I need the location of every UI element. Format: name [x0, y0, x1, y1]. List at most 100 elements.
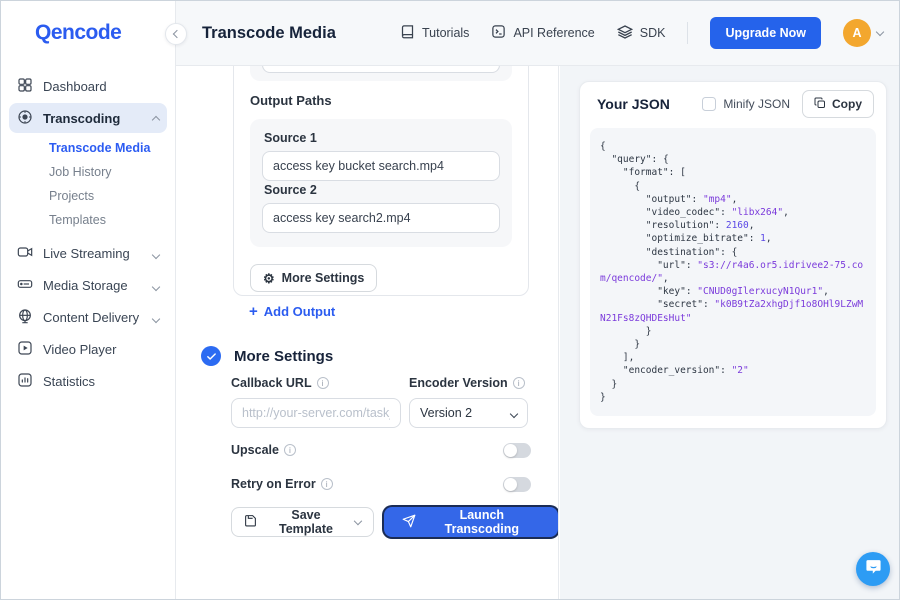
sidebar-item-transcoding[interactable]: Transcoding	[9, 103, 167, 133]
upscale-label: Upscale	[231, 443, 296, 457]
info-icon[interactable]	[513, 377, 525, 389]
minify-json-checkbox[interactable]	[702, 97, 716, 111]
media-storage-icon	[17, 276, 33, 295]
save-template-button[interactable]: Save Template	[231, 507, 374, 537]
upscale-toggle[interactable]	[503, 443, 531, 458]
json-code-line: }	[600, 338, 868, 351]
chevron-down-icon	[511, 406, 517, 420]
launch-transcoding-button[interactable]: Launch Transcoding	[384, 507, 558, 537]
json-code[interactable]: { "query": { "format": [ { "output": "mp…	[590, 128, 876, 416]
sidebar-item-content-delivery[interactable]: Content Delivery	[9, 302, 167, 332]
qencode-logo[interactable]: Qencode	[35, 21, 175, 45]
chevron-down-icon	[354, 516, 362, 524]
add-output-link[interactable]: + Add Output	[249, 303, 335, 320]
encoder-version-select[interactable]: Version 2	[409, 398, 528, 428]
json-code-line: "video_codec": "libx264",	[600, 206, 868, 219]
json-code-line: "resolution": 2160,	[600, 219, 868, 232]
callback-url-label: Callback URL	[231, 376, 329, 390]
source-2-input[interactable]	[262, 203, 500, 233]
clipped-settings-card	[250, 66, 512, 81]
copy-icon	[814, 97, 826, 112]
header-nav: Tutorials API Reference SDK Upgrade Now …	[400, 17, 899, 49]
source-2-label: Source 2	[264, 183, 500, 197]
copy-button[interactable]: Copy	[802, 90, 874, 118]
json-code-line: "url": "s3://r4a6.or5.idrivee2-75.com/qe…	[600, 259, 868, 285]
header: Transcode Media Tutorials API Reference …	[176, 1, 899, 66]
json-code-line: ],	[600, 351, 868, 364]
check-icon[interactable]	[201, 346, 221, 366]
callback-url-input[interactable]	[231, 398, 401, 428]
more-settings-section-header: More Settings	[201, 346, 333, 366]
json-code-line: "format": [	[600, 166, 868, 179]
upgrade-now-button[interactable]: Upgrade Now	[710, 17, 821, 49]
page-title: Transcode Media	[202, 24, 336, 43]
info-icon[interactable]	[284, 444, 296, 456]
json-code-line: "key": "CNUD0gIlerxucyN1Qur1",	[600, 285, 868, 298]
chevron-up-icon	[153, 111, 159, 126]
header-divider	[687, 22, 688, 44]
sidebar-collapse-button[interactable]	[165, 23, 187, 45]
sidebar-item-projects[interactable]: Projects	[1, 184, 175, 208]
chat-icon	[865, 558, 882, 580]
nav-tutorials-label: Tutorials	[422, 26, 469, 40]
transcoding-submenu: Transcode Media Job History Projects Tem…	[1, 136, 175, 232]
json-code-line: }	[600, 378, 868, 391]
chevron-down-icon	[876, 27, 884, 35]
sidebar-item-templates[interactable]: Templates	[1, 208, 175, 232]
account-menu[interactable]: A	[843, 19, 883, 47]
save-icon	[244, 514, 257, 530]
sidebar-item-dashboard[interactable]: Dashboard	[9, 71, 167, 101]
launch-transcoding-label: Launch Transcoding	[424, 508, 540, 536]
sidebar-item-statistics[interactable]: Statistics	[9, 366, 167, 396]
json-code-line: "optimize_bitrate": 1,	[600, 232, 868, 245]
retry-on-error-label: Retry on Error	[231, 477, 333, 491]
minify-json-control[interactable]: Minify JSON	[702, 97, 790, 111]
sidebar-item-job-history[interactable]: Job History	[1, 160, 175, 184]
output-paths-label: Output Paths	[250, 93, 528, 108]
tutorials-icon	[400, 24, 415, 42]
json-code-line: "query": {	[600, 153, 868, 166]
save-template-label: Save Template	[265, 508, 347, 536]
statistics-icon	[17, 372, 33, 391]
nav-sdk-label: SDK	[640, 26, 666, 40]
source-1-input[interactable]	[262, 151, 500, 181]
more-settings-button[interactable]: ⚙ More Settings	[250, 264, 377, 292]
json-code-line: {	[600, 140, 868, 153]
chat-widget-button[interactable]	[856, 552, 890, 586]
sidebar-item-label: Transcoding	[43, 111, 120, 126]
sdk-icon	[617, 24, 633, 43]
more-settings-heading: More Settings	[234, 348, 333, 365]
minify-json-label: Minify JSON	[723, 97, 790, 111]
transcode-form: Output Paths Source 1 Source 2 ⚙ More Se…	[176, 66, 559, 599]
sidebar-item-label: Live Streaming	[43, 246, 130, 261]
source-1-label: Source 1	[264, 131, 500, 145]
sidebar-item-label: Content Delivery	[43, 310, 139, 325]
retry-on-error-toggle[interactable]	[503, 477, 531, 492]
nav-api-reference[interactable]: API Reference	[491, 24, 594, 42]
sidebar-item-label: Statistics	[43, 374, 95, 389]
clipped-input[interactable]	[262, 66, 500, 73]
json-code-line: "destination": {	[600, 246, 868, 259]
chevron-left-icon	[173, 30, 181, 38]
nav-tutorials[interactable]: Tutorials	[400, 24, 469, 42]
avatar[interactable]: A	[843, 19, 871, 47]
json-code-line: "output": "mp4",	[600, 193, 868, 206]
sidebar-item-live-streaming[interactable]: Live Streaming	[9, 238, 167, 268]
sidebar-item-media-storage[interactable]: Media Storage	[9, 270, 167, 300]
info-icon[interactable]	[321, 478, 333, 490]
copy-button-label: Copy	[832, 97, 862, 111]
toggle-knob	[504, 478, 517, 491]
sidebar-item-label: Dashboard	[43, 79, 107, 94]
json-code-line: }	[600, 391, 868, 404]
sidebar-item-video-player[interactable]: Video Player	[9, 334, 167, 364]
json-title: Your JSON	[597, 96, 670, 112]
json-code-line: "encoder_version": "2"	[600, 364, 868, 377]
video-player-icon	[17, 340, 33, 359]
info-icon[interactable]	[317, 377, 329, 389]
api-reference-icon	[491, 24, 506, 42]
nav-sdk[interactable]: SDK	[617, 24, 666, 43]
json-preview-panel: Your JSON Minify JSON Copy { "query": { …	[560, 66, 899, 599]
sidebar: Qencode Dashboard Transcoding Transcode …	[1, 1, 176, 599]
json-card: Your JSON Minify JSON Copy { "query": { …	[579, 81, 887, 429]
sidebar-item-transcode-media[interactable]: Transcode Media	[1, 136, 175, 160]
